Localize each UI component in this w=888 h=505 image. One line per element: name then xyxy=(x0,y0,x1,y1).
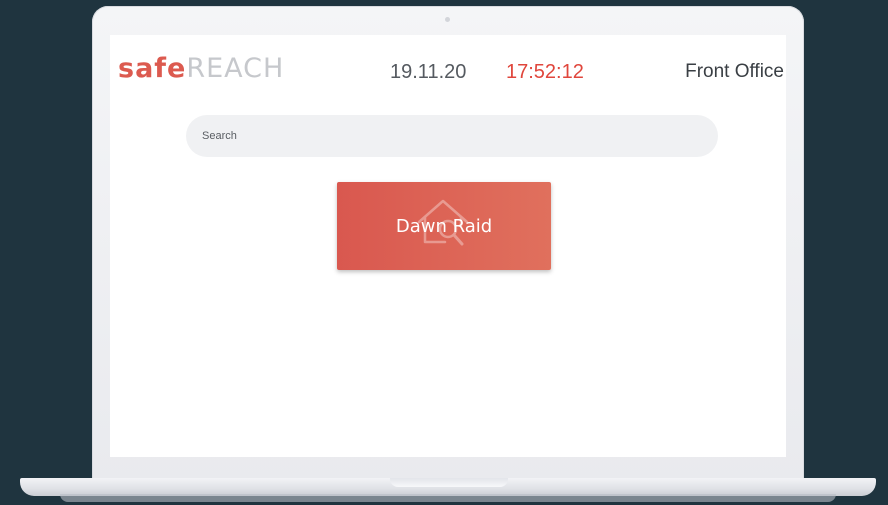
app-screen: safeREACH 19.11.20 17:52:12 Front Office… xyxy=(110,35,786,457)
search-input[interactable] xyxy=(186,115,718,157)
current-date: 19.11.20 xyxy=(390,61,467,83)
logo-reach: REACH xyxy=(186,53,285,84)
camera-dot xyxy=(445,17,450,22)
safereach-logo: safeREACH xyxy=(118,53,284,84)
laptop-notch xyxy=(390,478,508,487)
logo-safe: safe xyxy=(118,53,187,84)
stage: safeREACH 19.11.20 17:52:12 Front Office… xyxy=(0,0,888,505)
dawn-raid-tile[interactable]: Dawn Raid xyxy=(337,182,551,270)
laptop-base-shadow xyxy=(60,494,836,502)
location-label: Front Office xyxy=(685,61,784,82)
tile-label: Dawn Raid xyxy=(395,216,493,237)
current-time: 17:52:12 xyxy=(506,61,584,83)
